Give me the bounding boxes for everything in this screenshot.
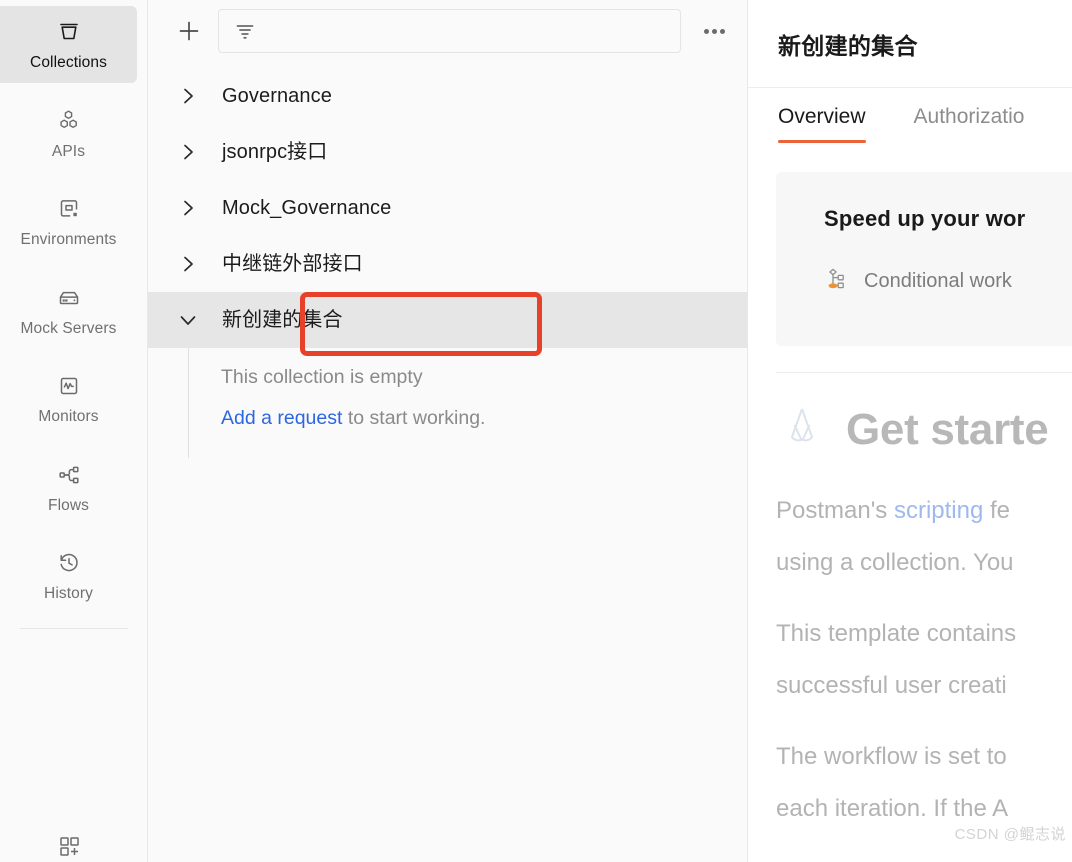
mock-servers-icon (55, 284, 83, 312)
rail-gap-3 (0, 260, 147, 272)
chevron-right-icon[interactable] (176, 252, 200, 276)
chevron-down-icon[interactable] (176, 308, 200, 332)
empty-state-action-rest: to start working. (342, 406, 486, 429)
rail-gap-5 (0, 437, 147, 449)
promo-card: Speed up your wor Conditional work (776, 172, 1072, 346)
sidebar-item-label: Flows (48, 496, 89, 514)
empty-collection-state: This collection is empty Add a request t… (188, 348, 747, 458)
conditional-workflow-icon (824, 266, 850, 297)
sidebar-item-label: APIs (51, 142, 86, 160)
postman-app-window: Collections APIs Environments Mock Serve… (0, 0, 1072, 862)
sidebar-item-label: History (44, 585, 93, 602)
get-started-paragraph-2: using a collection. You (776, 548, 1014, 576)
collection-name: Mock_Governance (222, 197, 392, 219)
get-started-paragraph-4: successful user creati (776, 671, 1007, 699)
rail-gap-2 (0, 171, 147, 183)
collection-name: 新创建的集合 (222, 309, 343, 331)
tab-authorization[interactable]: Authorizatio (914, 106, 1025, 143)
collection-detail-panel: 新创建的集合 Overview Authorizatio Speed up yo… (748, 0, 1072, 862)
dot-3 (719, 28, 725, 34)
rail-divider (19, 627, 128, 629)
collections-icon (55, 18, 83, 46)
more-horizontal-icon[interactable] (697, 17, 731, 45)
dot-1 (703, 28, 709, 34)
left-navigation-rail: Collections APIs Environments Mock Serve… (0, 0, 148, 862)
add-module-icon[interactable] (55, 832, 83, 860)
para1-before: Postman's (776, 497, 894, 524)
chevron-right-icon[interactable] (176, 140, 200, 164)
collection-row-mock-governance[interactable]: Mock_Governance (148, 180, 747, 236)
panel-header: 新创建的集合 (748, 0, 1072, 88)
get-started-paragraph-1: Postman's scripting fe (776, 488, 1072, 534)
add-a-request-link[interactable]: Add a request (221, 407, 342, 429)
sidebar-item-label: Monitors (38, 408, 99, 425)
collections-list: Governance jsonrpc接口 Mock_Governance 中继链… (148, 62, 747, 458)
get-started-heading-row: Get starte (776, 401, 1072, 458)
scripting-link[interactable]: scripting (894, 497, 983, 524)
collections-toolbar (148, 0, 747, 62)
sidebar-item-collections[interactable]: Collections (0, 6, 137, 83)
promo-title: Speed up your wor (824, 206, 1026, 231)
sidebar-item-label: Collections (30, 54, 107, 71)
collection-name: 中继链外部接口 (222, 253, 363, 275)
sidebar-item-label: Environments (20, 231, 117, 248)
monitors-icon (55, 372, 83, 400)
collection-row-relay-chain[interactable]: 中继链外部接口 (148, 236, 747, 292)
collection-row-new-collection[interactable]: 新创建的集合 (148, 292, 747, 348)
apis-icon (55, 107, 83, 135)
search-input[interactable] (218, 9, 681, 53)
sidebar-item-label: Mock Servers (20, 319, 117, 337)
tab-overview[interactable]: Overview (778, 106, 866, 143)
filter-icon (233, 19, 257, 43)
postman-logo-icon (776, 401, 828, 458)
sidebar-item-monitors[interactable]: Monitors (0, 360, 137, 437)
sidebar-item-environments[interactable]: Environments (0, 183, 137, 260)
rail-gap-4 (0, 348, 147, 360)
chevron-right-icon[interactable] (176, 84, 200, 108)
panel-divider (776, 372, 1072, 373)
panel-tabs: Overview Authorizatio (748, 88, 1072, 150)
collection-row-jsonrpc[interactable]: jsonrpc接口 (148, 124, 747, 180)
history-icon (55, 549, 83, 577)
environments-icon (55, 195, 83, 223)
collection-row-governance[interactable]: Governance (148, 68, 747, 124)
sidebar-item-apis[interactable]: APIs (0, 95, 137, 172)
sidebar-item-flows[interactable]: Flows (0, 449, 137, 526)
promo-item-label: Conditional work (864, 270, 1012, 292)
empty-state-message: This collection is empty (221, 366, 423, 388)
get-started-heading: Get starte (846, 404, 1049, 454)
get-started-paragraph-5: The workflow is set to (776, 743, 1007, 771)
chevron-right-icon[interactable] (176, 196, 200, 220)
new-collection-button[interactable] (176, 18, 202, 44)
flows-icon (55, 461, 83, 489)
promo-item-conditional-workflow[interactable]: Conditional work (824, 266, 1072, 297)
dot-2 (711, 28, 717, 34)
get-started-paragraph-3: This template contains (776, 620, 1017, 648)
rail-gap-1 (0, 83, 147, 95)
sidebar-item-history[interactable]: History (0, 537, 137, 614)
collection-name: Governance (222, 85, 332, 107)
collection-name: jsonrpc接口 (222, 141, 328, 163)
get-started-paragraph-6: each iteration. If the A (776, 794, 1009, 822)
para1-after: fe (983, 497, 1011, 524)
empty-state-action-line: Add a request to start working. (189, 406, 747, 429)
sidebar-item-mock-servers[interactable]: Mock Servers (0, 272, 137, 349)
collections-sidebar: Governance jsonrpc接口 Mock_Governance 中继链… (148, 0, 748, 862)
page-title: 新创建的集合 (778, 32, 918, 59)
rail-gap-6 (0, 525, 147, 537)
rail-bottom-area (0, 832, 137, 862)
